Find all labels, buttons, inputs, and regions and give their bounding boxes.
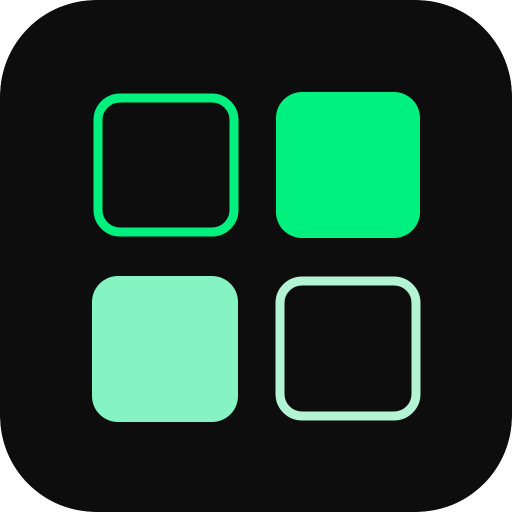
bottom-left-tile — [92, 276, 238, 422]
app-icon — [0, 0, 512, 512]
grid-apps-icon — [0, 0, 512, 512]
top-right-tile — [276, 92, 420, 238]
icon-background — [0, 0, 512, 512]
